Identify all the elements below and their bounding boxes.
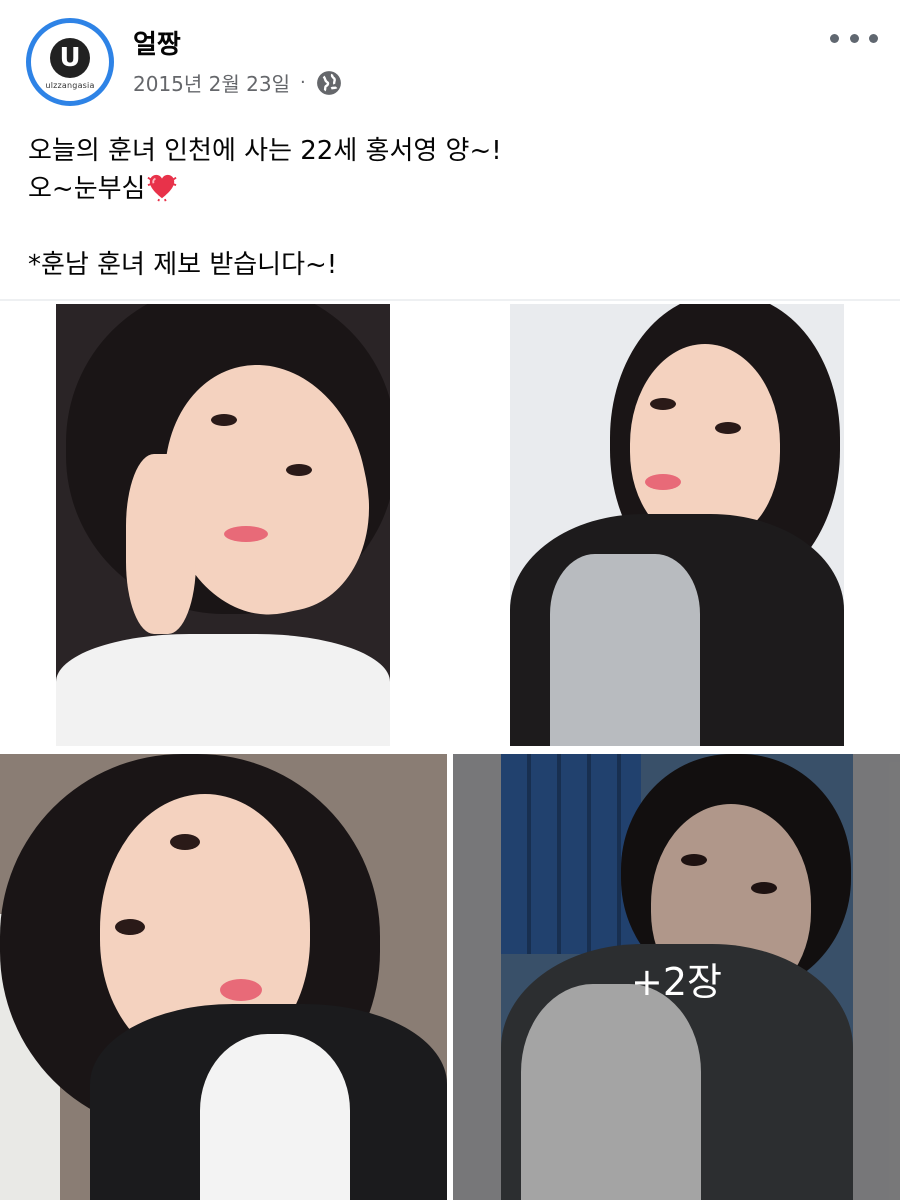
photo-clothing bbox=[56, 634, 390, 746]
photo-lips bbox=[220, 979, 262, 1001]
photo-shirt bbox=[200, 1034, 350, 1200]
more-dot-icon bbox=[849, 33, 859, 43]
post-text: 오늘의 훈녀 인천에 사는 22세 홍서영 양~! 오~눈부심 *훈남 훈녀 제… bbox=[28, 132, 872, 284]
divider bbox=[0, 299, 900, 301]
photo-eye bbox=[650, 398, 676, 410]
post-photo-3[interactable] bbox=[0, 754, 447, 1200]
post-meta: 2015년 2월 23일 · bbox=[133, 68, 342, 97]
photo-hand bbox=[126, 454, 196, 634]
sparkling-heart-icon bbox=[147, 174, 178, 202]
facebook-post: U ulzzangasia 얼짱 2015년 2월 23일 · 오늘의 훈녀 인… bbox=[0, 0, 900, 1200]
ulzzang-logo-text: ulzzangasia bbox=[45, 81, 95, 90]
post-line-3 bbox=[28, 208, 872, 246]
more-photos-overlay[interactable]: +2장 bbox=[453, 754, 900, 1200]
photo-lips bbox=[645, 474, 681, 490]
post-line-2: 오~눈부심 bbox=[28, 170, 872, 208]
more-dot-icon bbox=[830, 33, 839, 43]
post-photo-2[interactable] bbox=[510, 304, 844, 746]
more-photos-count: +2장 bbox=[631, 959, 722, 1004]
more-options-button[interactable] bbox=[830, 26, 878, 50]
photo-shirt bbox=[550, 554, 700, 746]
globe-icon[interactable] bbox=[316, 70, 342, 96]
more-dot-icon bbox=[869, 33, 878, 43]
photo-eye bbox=[286, 464, 312, 476]
post-line-2-text: 오~눈부심 bbox=[28, 174, 146, 204]
photo-eye bbox=[211, 414, 237, 426]
photo-lips bbox=[224, 526, 268, 542]
post-date-link[interactable]: 2015년 2월 23일 bbox=[133, 68, 290, 97]
photo-eye bbox=[715, 422, 741, 434]
ulzzang-logo: U bbox=[50, 38, 90, 78]
post-photo-1[interactable] bbox=[56, 304, 390, 746]
photo-eye bbox=[170, 834, 200, 850]
post-line-4: *훈남 훈녀 제보 받습니다~! bbox=[28, 250, 338, 280]
photo-eye bbox=[115, 919, 145, 935]
post-line-1: 오늘의 훈녀 인천에 사는 22세 홍서영 양~! bbox=[28, 136, 502, 166]
page-avatar[interactable]: U ulzzangasia bbox=[26, 18, 114, 106]
meta-separator: · bbox=[300, 72, 306, 93]
page-name-link[interactable]: 얼짱 bbox=[133, 24, 181, 61]
